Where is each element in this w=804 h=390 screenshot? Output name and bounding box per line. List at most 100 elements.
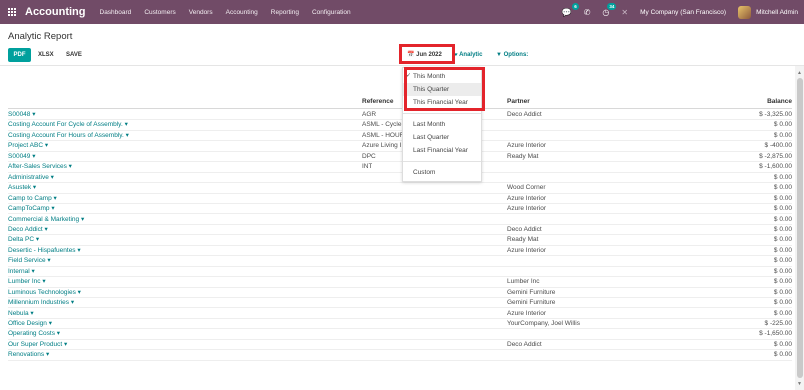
balance-cell: $ 0.00 <box>773 173 792 181</box>
folder-icon: ▰ <box>453 52 458 58</box>
analytic-filter-label: Analytic <box>459 52 483 58</box>
menu-reporting[interactable]: Reporting <box>271 9 299 16</box>
table-row[interactable]: Administrative ▾ $ 0.00 <box>8 173 792 184</box>
table-row[interactable]: Deco Addict ▾ Deco Addict $ 0.00 <box>8 225 792 236</box>
account-name-link[interactable]: Office Design ▾ <box>8 319 52 329</box>
table-row[interactable]: Field Service ▾ $ 0.00 <box>8 256 792 267</box>
table-row[interactable]: Asustek ▾ Wood Corner $ 0.00 <box>8 183 792 194</box>
dd-last-quarter[interactable]: Last Quarter <box>403 131 481 144</box>
analytic-filter-button[interactable]: ▰ Analytic <box>453 48 482 62</box>
menu-accounting[interactable]: Accounting <box>226 9 258 16</box>
table-row[interactable]: Commercial & Marketing ▾ $ 0.00 <box>8 215 792 225</box>
dd-this-month[interactable]: ✓ This Month <box>403 70 481 83</box>
dd-custom[interactable]: Custom <box>403 166 481 179</box>
options-filter-button[interactable]: ▼ Options: <box>496 48 528 62</box>
debug-icon[interactable]: ✕ <box>621 8 628 17</box>
table-row[interactable]: Lumber Inc ▾ Lumber Inc $ 0.00 <box>8 277 792 288</box>
dd-last-month[interactable]: Last Month <box>403 118 481 131</box>
activity-badge: 34 <box>607 2 617 10</box>
chat-icon[interactable]: 💬 6 <box>562 2 579 17</box>
account-name-link[interactable]: S00048 ▾ <box>8 110 35 120</box>
save-button[interactable]: SAVE <box>66 48 82 62</box>
table-row[interactable]: Operating Costs ▾ $ -1,650.00 <box>8 329 792 340</box>
account-name-link[interactable]: CampToCamp ▾ <box>8 204 55 214</box>
account-name-link[interactable]: Nebula ▾ <box>8 309 34 319</box>
filter-icon: ▼ <box>496 52 502 58</box>
table-row[interactable]: Renovations ▾ $ 0.00 <box>8 350 792 361</box>
balance-cell: $ 0.00 <box>773 194 792 202</box>
partner-cell: Azure Interior <box>507 142 547 150</box>
apps-menu-icon[interactable] <box>8 8 16 16</box>
account-name-link[interactable]: Camp to Camp ▾ <box>8 194 57 204</box>
table-row[interactable]: Our Super Product ▾ Deco Addict $ 0.00 <box>8 340 792 351</box>
table-row[interactable]: Costing Account For Hours of Assembly. ▾… <box>8 131 792 142</box>
account-name-link[interactable]: Internal ▾ <box>8 267 35 277</box>
user-menu[interactable]: Mitchell Admin <box>756 9 798 16</box>
phone-icon[interactable]: ✆ <box>584 8 591 17</box>
scroll-up-icon[interactable]: ▲ <box>797 70 802 76</box>
menu-dashboard[interactable]: Dashboard <box>100 9 132 16</box>
menu-configuration[interactable]: Configuration <box>312 9 351 16</box>
account-name-link[interactable]: After-Sales Services ▾ <box>8 162 72 172</box>
balance-cell: $ -3,325.00 <box>759 111 792 118</box>
account-name-link[interactable]: Administrative ▾ <box>8 173 54 183</box>
dd-divider <box>403 161 481 162</box>
reference-cell: AGR <box>362 111 377 118</box>
balance-cell: $ 0.00 <box>773 246 792 254</box>
balance-cell: $ 0.00 <box>773 278 792 286</box>
table-row[interactable]: Desertic - Hispafuentes ▾ Azure Interior $… <box>8 246 792 257</box>
table-row[interactable]: S00048 ▾ AGR Deco Addict $ -3,325.00 <box>8 110 792 121</box>
activity-icon[interactable]: ◷ 34 <box>602 2 617 17</box>
pdf-button[interactable]: PDF <box>8 48 31 62</box>
date-filter-button[interactable]: 📅 Jun 2022 <box>407 48 442 62</box>
table-row[interactable]: Project ABC ▾ Azure Living I Azure Interio… <box>8 141 792 152</box>
table-row[interactable]: Costing Account For Cycle of Assembly. ▾… <box>8 120 792 131</box>
account-name-link[interactable]: Delta PC ▾ <box>8 235 39 245</box>
table-row[interactable]: Nebula ▾ Azure Interior $ 0.00 <box>8 309 792 319</box>
dd-this-quarter[interactable]: This Quarter <box>403 83 481 96</box>
table-row[interactable]: Millennium Industries ▾ Gemini Furniture $… <box>8 298 792 309</box>
account-name-link[interactable]: Renovations ▾ <box>8 350 49 360</box>
scroll-down-icon[interactable]: ▼ <box>797 381 802 387</box>
account-name-link[interactable]: Commercial & Marketing ▾ <box>8 215 84 225</box>
dd-this-financial-year[interactable]: This Financial Year <box>403 96 481 109</box>
account-name-link[interactable]: Operating Costs ▾ <box>8 329 60 339</box>
partner-cell: Lumber Inc <box>507 278 540 286</box>
account-name-link[interactable]: Millennium Industries ▾ <box>8 298 74 308</box>
table-row[interactable]: CampToCamp ▾ Azure Interior $ 0.00 <box>8 204 792 215</box>
balance-cell: $ 0.00 <box>773 257 792 265</box>
user-avatar[interactable] <box>738 5 752 19</box>
table-row[interactable]: Internal ▾ $ 0.00 <box>8 267 792 278</box>
account-name-link[interactable]: Lumber Inc ▾ <box>8 277 46 287</box>
company-switcher[interactable]: My Company (San Francisco) <box>640 9 726 16</box>
table-row[interactable]: After-Sales Services ▾ INT $ -1,600.00 <box>8 162 792 173</box>
reference-cell: DPC <box>362 152 376 160</box>
table-row[interactable]: Office Design ▾ YourCompany, Joel Willis $… <box>8 319 792 330</box>
partner-cell: Azure Interior <box>507 194 547 202</box>
balance-cell: $ -225.00 <box>764 320 792 327</box>
menu-vendors[interactable]: Vendors <box>189 9 213 16</box>
account-name-link[interactable]: Asustek ▾ <box>8 183 36 193</box>
account-name-link[interactable]: S00049 ▾ <box>8 152 35 162</box>
account-name-link[interactable]: Our Super Product ▾ <box>8 340 67 350</box>
menu-customers[interactable]: Customers <box>144 9 175 16</box>
account-name-link[interactable]: Project ABC ▾ <box>8 141 48 151</box>
account-name-link[interactable]: Costing Account For Hours of Assembly. ▾ <box>8 131 129 141</box>
table-row[interactable]: Luminous Technologies ▾ Gemini Furniture $… <box>8 288 792 299</box>
calendar-icon: 📅 <box>407 52 415 58</box>
partner-cell: Wood Corner <box>507 184 546 192</box>
app-brand[interactable]: Accounting <box>25 6 86 18</box>
table-row[interactable]: S00049 ▾ DPC Ready Mat $ -2,875.00 <box>8 152 792 163</box>
account-name-link[interactable]: Costing Account For Cycle of Assembly. ▾ <box>8 120 128 130</box>
account-name-link[interactable]: Field Service ▾ <box>8 256 51 266</box>
table-row[interactable]: Delta PC ▾ Ready Mat $ 0.00 <box>8 235 792 246</box>
account-name-link[interactable]: Luminous Technologies ▾ <box>8 288 81 298</box>
scrollbar-thumb[interactable] <box>797 78 803 378</box>
balance-cell: $ 0.00 <box>773 225 792 233</box>
xlsx-button[interactable]: XLSX <box>38 48 54 62</box>
header-reference: Reference <box>362 98 394 105</box>
account-name-link[interactable]: Deco Addict ▾ <box>8 225 48 235</box>
table-row[interactable]: Camp to Camp ▾ Azure Interior $ 0.00 <box>8 194 792 204</box>
account-name-link[interactable]: Desertic - Hispafuentes ▾ <box>8 246 81 256</box>
dd-last-financial-year[interactable]: Last Financial Year <box>403 144 481 157</box>
